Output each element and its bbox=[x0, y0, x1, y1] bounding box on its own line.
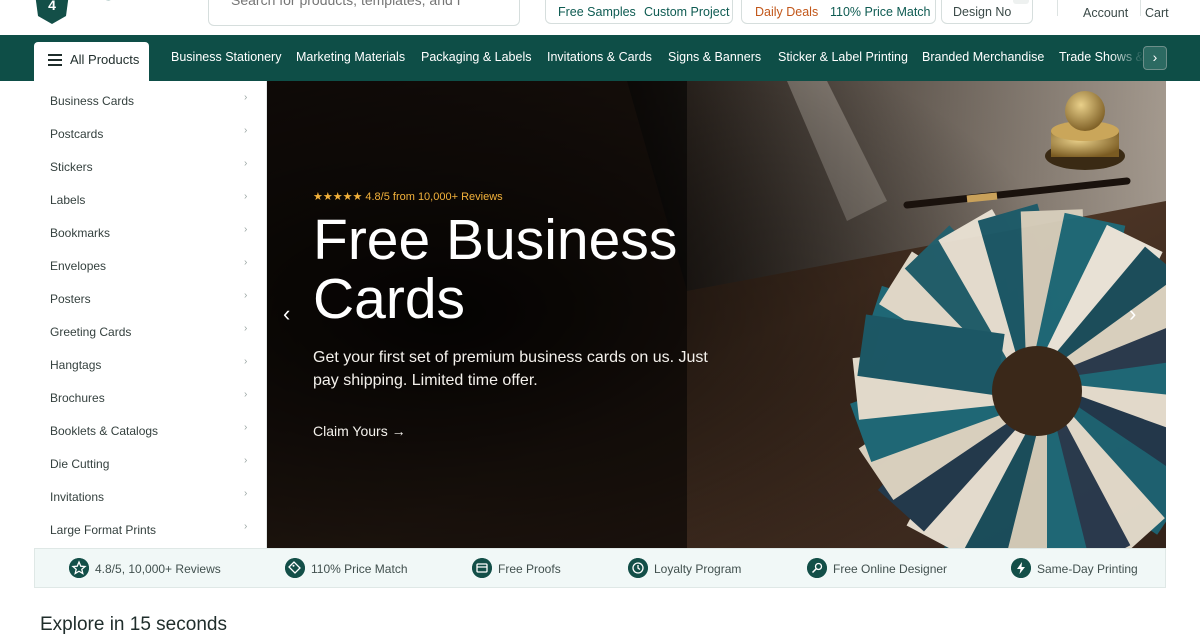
chevron-right-icon: › bbox=[244, 323, 248, 334]
sidebar-item-label: Invitations bbox=[50, 490, 105, 504]
sidebar-item-large-format-prints[interactable]: Large Format Prints › bbox=[34, 510, 267, 543]
nav-item-sticker-label-printing[interactable]: Sticker & Label Printing bbox=[778, 50, 908, 64]
sidebar-item-stickers[interactable]: Stickers › bbox=[34, 147, 267, 180]
hero-title: Free Business Cards bbox=[313, 208, 678, 331]
chevron-right-icon: › bbox=[244, 521, 248, 532]
chevron-right-icon: › bbox=[244, 422, 248, 433]
chevron-right-icon: › bbox=[244, 257, 248, 268]
benefit-label: 110% Price Match bbox=[311, 562, 408, 576]
designer-icon bbox=[807, 558, 827, 578]
nav-item-business-stationery[interactable]: Business Stationery bbox=[171, 50, 281, 64]
benefit-label: Loyalty Program bbox=[654, 562, 742, 576]
benefit-label: Free Proofs bbox=[498, 562, 561, 576]
sidebar-item-label: Greeting Cards bbox=[50, 325, 132, 339]
sidebar-item-label: Stickers bbox=[50, 160, 93, 174]
sidebar-item-business-cards[interactable]: Business Cards › bbox=[34, 81, 267, 114]
sidebar-item-label: Labels bbox=[50, 193, 86, 207]
lightning-icon bbox=[1011, 558, 1031, 578]
claim-yours-link[interactable]: Claim Yours → bbox=[313, 423, 406, 439]
chevron-right-icon: › bbox=[244, 389, 248, 400]
sidebar-item-hangtags[interactable]: Hangtags › bbox=[34, 345, 267, 378]
benefit-label: 4.8/5, 10,000+ Reviews bbox=[95, 562, 221, 576]
top-header: 4 4OVER4 Free Samples Custom Project Dai… bbox=[0, 0, 1200, 35]
chevron-right-icon: › bbox=[244, 92, 248, 103]
chevron-right-icon: › bbox=[244, 356, 248, 367]
deals-group: Daily Deals 110% Price Match bbox=[741, 0, 936, 24]
site-logo[interactable]: 4 4OVER4 bbox=[30, 0, 203, 28]
design-group: Design No › bbox=[941, 0, 1033, 24]
header-divider bbox=[1140, 0, 1141, 16]
nav-fade bbox=[1110, 35, 1144, 81]
explore-section-title: Explore in 15 seconds bbox=[40, 614, 227, 635]
all-products-button[interactable]: All Products bbox=[34, 42, 149, 81]
all-products-label: All Products bbox=[70, 52, 140, 67]
nav-item-packaging-labels[interactable]: Packaging & Labels bbox=[421, 50, 532, 64]
sidebar-item-label: Postcards bbox=[50, 127, 104, 141]
design-now-link[interactable]: Design No bbox=[953, 5, 1011, 19]
sidebar-item-invitations[interactable]: Invitations › bbox=[34, 477, 267, 510]
chevron-right-icon: › bbox=[244, 125, 248, 136]
sidebar-item-label: Envelopes bbox=[50, 259, 107, 273]
svg-text:4: 4 bbox=[48, 0, 56, 13]
hero-subtitle: Get your first set of premium business c… bbox=[313, 349, 708, 389]
sidebar-item-label: Brochures bbox=[50, 391, 105, 405]
sidebar-item-label: Booklets & Catalogs bbox=[50, 424, 159, 438]
search-box[interactable] bbox=[208, 0, 520, 26]
proof-icon bbox=[472, 558, 492, 578]
sidebar-item-label: Hangtags bbox=[50, 358, 102, 372]
logo-mark-icon: 4 bbox=[35, 0, 69, 24]
nav-item-signs-banners[interactable]: Signs & Banners bbox=[668, 50, 761, 64]
sidebar-item-label: Bookmarks bbox=[50, 226, 111, 240]
chevron-right-icon: › bbox=[244, 488, 248, 499]
tag-icon bbox=[285, 558, 305, 578]
sidebar-item-label: Large Format Prints bbox=[50, 523, 157, 537]
hero-banner: ★★★★★ 4.8/5 from 10,000+ Reviews Free Bu… bbox=[267, 81, 1166, 548]
nav-item-marketing-materials[interactable]: Marketing Materials bbox=[296, 50, 405, 64]
carousel-prev-icon[interactable]: ‹ bbox=[283, 303, 303, 327]
nav-scroll-right-button[interactable]: › bbox=[1143, 46, 1167, 70]
header-divider bbox=[1057, 0, 1058, 16]
nav-item-invitations-cards[interactable]: Invitations & Cards bbox=[547, 50, 652, 64]
sidebar-item-die-cutting[interactable]: Die Cutting › bbox=[34, 444, 267, 477]
design-menu-chevron-icon[interactable]: › bbox=[1013, 0, 1029, 4]
quick-links-group: Free Samples Custom Project bbox=[545, 0, 733, 24]
sidebar-item-postcards[interactable]: Postcards › bbox=[34, 114, 267, 147]
price-match-link[interactable]: 110% Price Match bbox=[830, 5, 931, 19]
logo-text: 4OVER4 bbox=[80, 0, 204, 8]
chevron-right-icon: › bbox=[244, 290, 248, 301]
sidebar-item-label: Die Cutting bbox=[50, 457, 110, 471]
free-samples-link[interactable]: Free Samples bbox=[558, 5, 636, 19]
benefit-label: Free Online Designer bbox=[833, 562, 948, 576]
benefit-label: Same-Day Printing bbox=[1037, 562, 1138, 576]
chevron-right-icon: › bbox=[244, 224, 248, 235]
sidebar-item-greeting-cards[interactable]: Greeting Cards › bbox=[34, 312, 267, 345]
hero-rating: ★★★★★ 4.8/5 from 10,000+ Reviews bbox=[313, 191, 503, 203]
chevron-right-icon: › bbox=[244, 158, 248, 169]
sidebar-item-envelopes[interactable]: Envelopes › bbox=[34, 246, 267, 279]
sidebar-item-label: Posters bbox=[50, 292, 91, 306]
search-input[interactable] bbox=[231, 0, 471, 11]
daily-deals-link[interactable]: Daily Deals bbox=[755, 5, 818, 19]
chevron-right-icon: › bbox=[244, 191, 248, 202]
loyalty-icon bbox=[628, 558, 648, 578]
benefits-strip: 4.8/5, 10,000+ Reviews 110% Price Match … bbox=[34, 548, 1166, 588]
sidebar-item-label: Business Cards bbox=[50, 94, 135, 108]
category-sidebar: Business Cards › Postcards › Stickers › Lab… bbox=[34, 81, 267, 549]
chevron-right-icon: › bbox=[244, 455, 248, 466]
sidebar-item-brochures[interactable]: Brochures › bbox=[34, 378, 267, 411]
main-nav: All Products Business Stationery Marketi… bbox=[0, 35, 1200, 81]
star-icon bbox=[69, 558, 89, 578]
cart-link[interactable]: Cart bbox=[1145, 6, 1169, 20]
account-link[interactable]: Account bbox=[1083, 6, 1128, 20]
sidebar-item-bookmarks[interactable]: Bookmarks › bbox=[34, 213, 267, 246]
carousel-next-icon[interactable]: › bbox=[1129, 303, 1149, 327]
custom-project-link[interactable]: Custom Project bbox=[644, 5, 729, 19]
sidebar-item-labels[interactable]: Labels › bbox=[34, 180, 267, 213]
menu-icon bbox=[48, 54, 62, 66]
sidebar-item-posters[interactable]: Posters › bbox=[34, 279, 267, 312]
nav-item-branded-merchandise[interactable]: Branded Merchandise bbox=[922, 50, 1044, 64]
sidebar-item-booklets-catalogs[interactable]: Booklets & Catalogs › bbox=[34, 411, 267, 444]
